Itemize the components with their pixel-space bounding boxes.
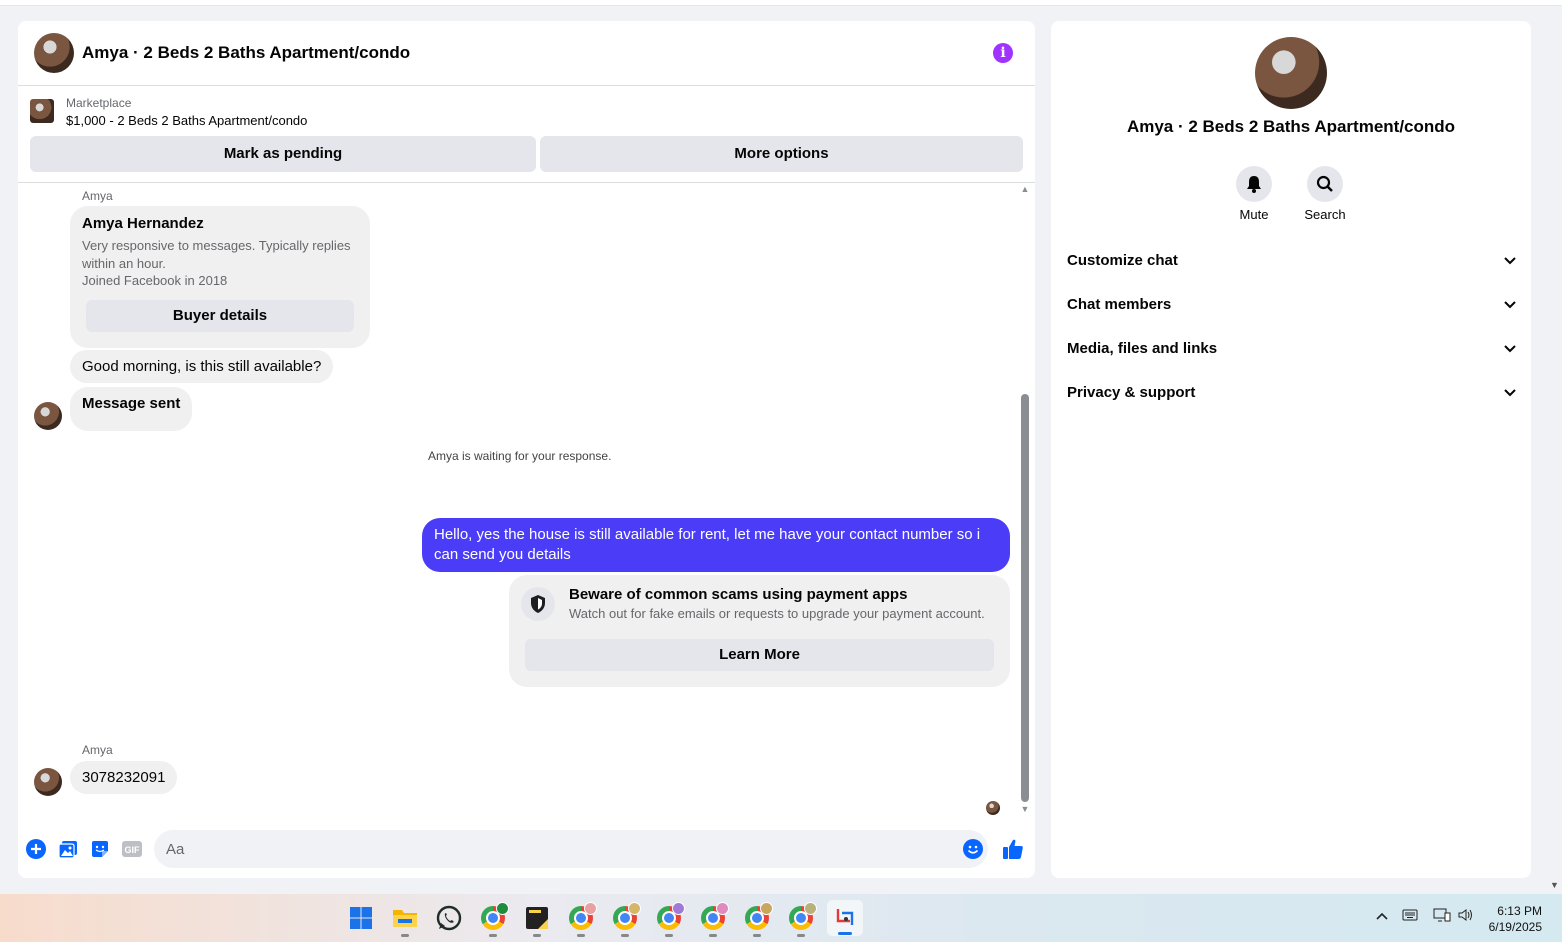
- whatsapp-icon[interactable]: [435, 904, 463, 932]
- clock-date: 6/19/2025: [1488, 920, 1542, 934]
- incoming-message[interactable]: Message sent: [70, 387, 193, 431]
- details-avatar[interactable]: [1255, 37, 1327, 109]
- chat-members-section[interactable]: Chat members: [1067, 289, 1517, 321]
- running-indicator: [577, 934, 585, 937]
- plus-icon[interactable]: [24, 837, 48, 861]
- chrome-profile-3-icon[interactable]: [655, 902, 685, 937]
- media-files-links-section[interactable]: Media, files and links: [1067, 333, 1517, 365]
- network-icon[interactable]: [1433, 908, 1451, 925]
- chevron-down-icon: [1504, 389, 1516, 397]
- scam-warning-text: Watch out for fake emails or requests to…: [569, 606, 985, 621]
- browser-top-edge: [0, 0, 1562, 6]
- chevron-down-icon: [1504, 345, 1516, 353]
- incoming-message[interactable]: Good morning, is this still available?: [70, 350, 334, 383]
- sender-name: Amya: [82, 189, 113, 203]
- buyer-details-button[interactable]: Buyer details: [86, 300, 354, 332]
- windows-start-icon[interactable]: [347, 904, 375, 932]
- section-label: Media, files and links: [1067, 340, 1218, 357]
- section-label: Privacy & support: [1067, 384, 1196, 401]
- search-icon: [1307, 166, 1343, 202]
- scam-warning-title: Beware of common scams using payment app…: [569, 586, 908, 603]
- buyer-joined: Joined Facebook in 2018: [82, 273, 228, 288]
- buyer-profile-card: Amya Hernandez Very responsive to messag…: [70, 206, 370, 348]
- section-label: Customize chat: [1067, 252, 1178, 269]
- file-explorer-icon[interactable]: [391, 904, 419, 937]
- marketplace-banner: Marketplace $1,000 - 2 Beds 2 Baths Apar…: [18, 86, 1035, 183]
- page-scroll-down-arrow[interactable]: ▼: [1550, 880, 1559, 890]
- seen-indicator-avatar: [986, 801, 1000, 815]
- taskbar: 6:13 PM 6/19/2025: [0, 894, 1562, 942]
- running-indicator: [489, 934, 497, 937]
- running-indicator: [621, 934, 629, 937]
- running-indicator: [709, 934, 717, 937]
- sticky-notes-icon[interactable]: [523, 904, 551, 937]
- clock-time: 6:13 PM: [1497, 904, 1542, 918]
- search-button[interactable]: Search: [1285, 166, 1365, 222]
- gif-icon[interactable]: GIF: [120, 837, 144, 861]
- scroll-down-arrow[interactable]: ▼: [1020, 805, 1030, 814]
- emoji-icon[interactable]: [961, 837, 985, 861]
- running-indicator: [665, 934, 673, 937]
- mute-label: Mute: [1239, 207, 1269, 222]
- learn-more-button[interactable]: Learn More: [525, 639, 994, 671]
- sender-avatar[interactable]: [34, 768, 62, 796]
- customize-chat-section[interactable]: Customize chat: [1067, 245, 1517, 277]
- more-options-button[interactable]: More options: [540, 136, 1023, 172]
- waiting-notice: Amya is waiting for your response.: [428, 449, 612, 463]
- marketplace-label: Marketplace: [66, 96, 132, 110]
- chrome-profile-4-icon[interactable]: [699, 902, 729, 937]
- running-indicator: [797, 934, 805, 937]
- listing-title[interactable]: $1,000 - 2 Beds 2 Baths Apartment/condo: [66, 113, 307, 128]
- search-label: Search: [1304, 207, 1346, 222]
- keyboard-icon[interactable]: [1402, 908, 1418, 924]
- chevron-down-icon: [1504, 257, 1516, 265]
- section-label: Chat members: [1067, 296, 1172, 313]
- chrome-profile-m-icon[interactable]: [479, 902, 509, 937]
- message-composer: GIF: [18, 823, 1035, 878]
- bell-icon: [1236, 166, 1272, 202]
- privacy-support-section[interactable]: Privacy & support: [1067, 377, 1517, 409]
- message-input[interactable]: [154, 830, 988, 868]
- volume-icon[interactable]: [1458, 908, 1474, 925]
- scroll-up-arrow[interactable]: ▲: [1020, 185, 1030, 194]
- gif-label: GIF: [125, 845, 141, 855]
- sender-avatar[interactable]: [34, 402, 62, 430]
- running-indicator: [753, 934, 761, 937]
- sticker-icon[interactable]: [88, 837, 112, 861]
- snipping-tool-icon[interactable]: [827, 900, 863, 936]
- chat-avatar[interactable]: [34, 33, 74, 73]
- chevron-up-icon[interactable]: [1375, 908, 1389, 924]
- chat-panel: Amya · 2 Beds 2 Baths Apartment/condo i …: [18, 21, 1035, 878]
- active-indicator: [838, 932, 852, 935]
- chrome-profile-5-icon[interactable]: [743, 902, 773, 937]
- listing-thumbnail[interactable]: [30, 99, 54, 123]
- chevron-down-icon: [1504, 301, 1516, 309]
- info-icon[interactable]: i: [993, 43, 1013, 63]
- like-thumb-icon[interactable]: [1001, 837, 1025, 861]
- photo-icon[interactable]: [56, 837, 80, 861]
- running-indicator: [533, 934, 541, 937]
- shield-icon: [521, 587, 555, 621]
- chrome-profile-6-icon[interactable]: [787, 902, 817, 937]
- mark-as-pending-button[interactable]: Mark as pending: [30, 136, 536, 172]
- scam-warning-card: Beware of common scams using payment app…: [509, 575, 1010, 687]
- scrollbar-thumb[interactable]: [1021, 394, 1029, 802]
- buyer-responsiveness: Very responsive to messages. Typically r…: [82, 238, 351, 271]
- chrome-profile-2-icon[interactable]: [611, 902, 641, 937]
- sender-name: Amya: [82, 743, 113, 757]
- running-indicator: [401, 934, 409, 937]
- chat-title[interactable]: Amya · 2 Beds 2 Baths Apartment/condo: [82, 43, 410, 63]
- incoming-message[interactable]: 3078232091: [70, 761, 178, 794]
- buyer-name: Amya Hernandez: [82, 215, 204, 232]
- chat-details-panel: Amya · 2 Beds 2 Baths Apartment/condo Mu…: [1051, 21, 1531, 878]
- chrome-profile-1-icon[interactable]: [567, 902, 597, 937]
- outgoing-message[interactable]: Hello, yes the house is still available …: [422, 518, 1010, 572]
- system-clock[interactable]: 6:13 PM 6/19/2025: [1489, 903, 1542, 935]
- chat-header: Amya · 2 Beds 2 Baths Apartment/condo i: [18, 21, 1035, 86]
- message-list: Amya Amya Hernandez Very responsive to m…: [18, 183, 1035, 823]
- mute-button[interactable]: Mute: [1214, 166, 1294, 222]
- details-title: Amya · 2 Beds 2 Baths Apartment/condo: [1126, 117, 1456, 136]
